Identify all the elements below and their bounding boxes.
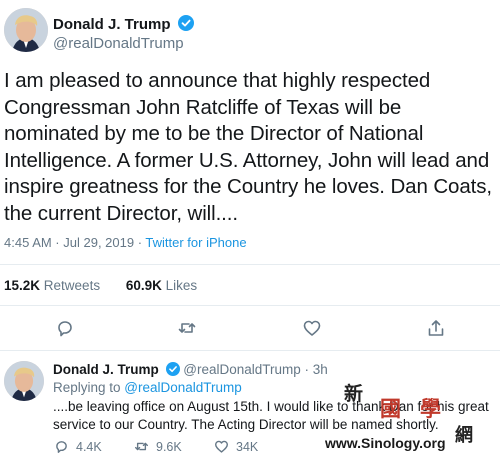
likes-stat[interactable]: 60.9K Likes — [126, 278, 197, 293]
reply-header: Donald J. Trump @realDonaldTrump · 3h — [53, 362, 328, 379]
tweet-source-link[interactable]: Twitter for iPhone — [145, 235, 246, 250]
watermark-char: 網 — [455, 425, 473, 446]
retweet-icon — [178, 323, 196, 333]
divider — [0, 305, 500, 306]
reply-reply-count: 4.4K — [76, 439, 102, 454]
retweets-stat[interactable]: 15.2K Retweets — [4, 278, 100, 293]
likes-label: Likes — [165, 278, 198, 293]
replying-to-label: Replying to — [53, 380, 125, 395]
watermark-char: 新 — [344, 383, 364, 405]
watermark-char: 國 — [380, 396, 401, 421]
retweet-icon — [135, 442, 148, 451]
watermark-char: 學 — [420, 396, 441, 421]
reply-icon — [56, 441, 67, 453]
watermark-url: www.Sinology.org — [325, 435, 446, 451]
author-avatar[interactable] — [4, 8, 48, 52]
reply-button[interactable] — [54, 317, 76, 339]
divider — [0, 264, 500, 265]
retweets-label: Retweets — [43, 278, 101, 293]
author-name-text: Donald J. Trump — [53, 16, 171, 33]
like-icon — [215, 440, 228, 453]
replying-to: Replying to @realDonaldTrump — [53, 380, 242, 395]
reply-retweet-button[interactable]: 9.6K — [133, 438, 182, 455]
reply-icon — [58, 321, 72, 337]
verified-badge-icon — [177, 15, 194, 35]
tweet-stats: 15.2K Retweets 60.9K Likes — [4, 278, 197, 293]
tweet-meta: 4:45 AM · Jul 29, 2019 · Twitter for iPh… — [4, 235, 247, 250]
reply-reply-button[interactable]: 4.4K — [53, 438, 102, 455]
verified-badge-icon — [165, 362, 180, 379]
replying-to-handle-link[interactable]: @realDonaldTrump — [124, 380, 242, 395]
share-icon — [428, 320, 444, 336]
reply-author-name[interactable]: Donald J. Trump — [53, 362, 159, 377]
retweets-count: 15.2K — [4, 278, 41, 293]
reply-like-button[interactable]: 34K — [213, 438, 258, 455]
author-handle[interactable]: @realDonaldTrump — [53, 35, 184, 52]
author-name[interactable]: Donald J. Trump — [53, 15, 194, 35]
reply-like-count: 34K — [236, 439, 259, 454]
share-button[interactable] — [425, 317, 447, 339]
reply-retweet-count: 9.6K — [156, 439, 182, 454]
tweet-timestamp[interactable]: 4:45 AM · Jul 29, 2019 · — [4, 235, 145, 250]
like-button[interactable] — [301, 317, 323, 339]
like-icon — [303, 320, 321, 336]
retweet-button[interactable] — [176, 317, 198, 339]
likes-count: 60.9K — [125, 278, 162, 293]
tweet-text: I am pleased to announce that highly res… — [4, 69, 492, 225]
divider — [0, 350, 500, 351]
reply-handle-time[interactable]: @realDonaldTrump · 3h — [183, 362, 328, 377]
reply-author-avatar[interactable] — [4, 361, 44, 401]
